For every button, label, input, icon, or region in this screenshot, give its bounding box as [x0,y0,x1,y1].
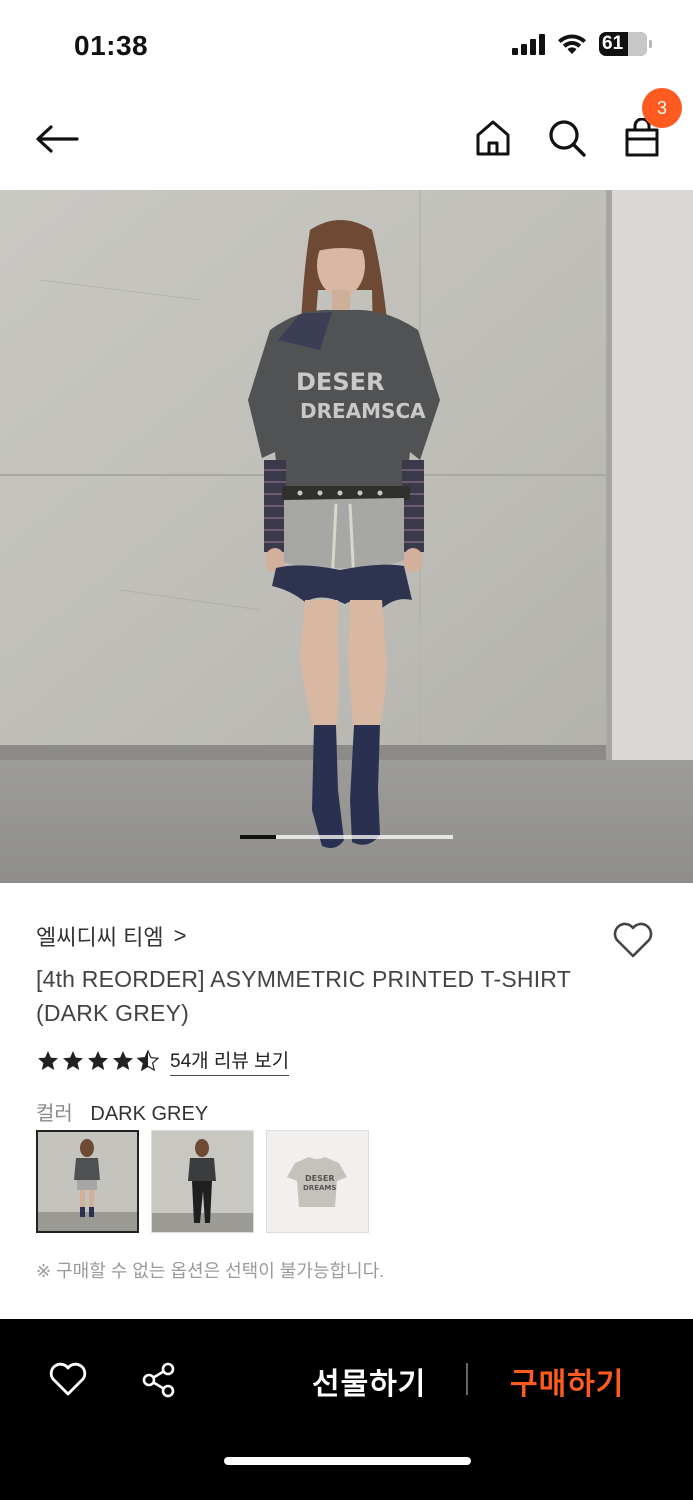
cellular-signal-icon [512,33,545,55]
wifi-icon [558,34,586,54]
product-title: [4th REORDER] ASYMMETRIC PRINTED T-SHIRT… [36,966,571,1026]
star-half-icon [136,1049,160,1072]
heart-outline-icon [613,922,653,958]
search-button[interactable] [545,116,589,160]
action-divider [466,1363,468,1395]
svg-text:DESER: DESER [296,368,384,396]
star-icon [38,1051,58,1070]
star-icon [113,1051,133,1070]
rating-row: 54개 리뷰 보기 [36,1046,290,1076]
battery-icon: 61 [599,32,652,56]
reviews-link[interactable]: 54개 리뷰 보기 [170,1046,290,1076]
color-swatch-model-front[interactable] [36,1130,139,1233]
color-option-label: 컬러 DARK GREY [36,1097,208,1126]
brand-link[interactable]: 엘씨디씨 티엠 > [36,920,186,952]
product-image-gallery[interactable]: DESER DREAMSCA [0,190,693,883]
home-icon [476,120,510,156]
search-icon [549,120,586,157]
color-swatch-product-flat[interactable]: DESER DREAMS [266,1130,369,1233]
star-icon [63,1051,83,1070]
bottom-action-bar: 선물하기 구매하기 [0,1319,693,1500]
arrow-left-icon [36,125,79,153]
color-swatch-model-styled[interactable] [151,1130,254,1233]
svg-text:DREAMSCA: DREAMSCA [300,399,426,423]
battery-level: 61 [602,33,624,54]
home-indicator [224,1457,471,1465]
brand-name: 엘씨디씨 티엠 [36,925,164,950]
swatch-thumbnail [152,1131,253,1232]
gift-button[interactable]: 선물하기 [312,1359,426,1403]
heart-icon [49,1362,87,1396]
gallery-pager [240,835,453,839]
product-photo: DESER DREAMSCA [0,190,693,883]
svg-text:DREAMS: DREAMS [303,1184,336,1192]
share-icon [142,1362,175,1398]
status-icons: 61 [512,32,652,56]
color-label: 컬러 [36,1103,73,1125]
option-notice: ※ 구매할 수 없는 옵션은 선택이 불가능합니다. [36,1261,385,1281]
gallery-pager-active [240,835,276,839]
home-button[interactable] [471,116,515,160]
wishlist-button[interactable] [611,918,655,962]
cart-button[interactable]: 3 [620,88,682,160]
swatch-thumbnail [38,1132,137,1231]
swatch-thumbnail: DESER DREAMS [267,1131,368,1232]
chevron-right-icon: > [173,923,187,948]
buy-button[interactable]: 구매하기 [510,1359,624,1403]
share-button[interactable] [140,1361,178,1404]
status-bar: 01:38 61 [0,0,693,90]
star-rating [36,1049,160,1073]
top-navigation: 3 [0,88,693,190]
status-time: 01:38 [74,30,149,61]
star-icon [88,1051,108,1070]
svg-text:DESER: DESER [305,1174,335,1183]
back-button[interactable] [34,116,80,162]
color-swatches: DESER DREAMS [36,1130,369,1233]
cart-count-badge: 3 [642,88,682,128]
color-value: DARK GREY [90,1103,209,1125]
bottom-wish-button[interactable] [48,1361,88,1402]
